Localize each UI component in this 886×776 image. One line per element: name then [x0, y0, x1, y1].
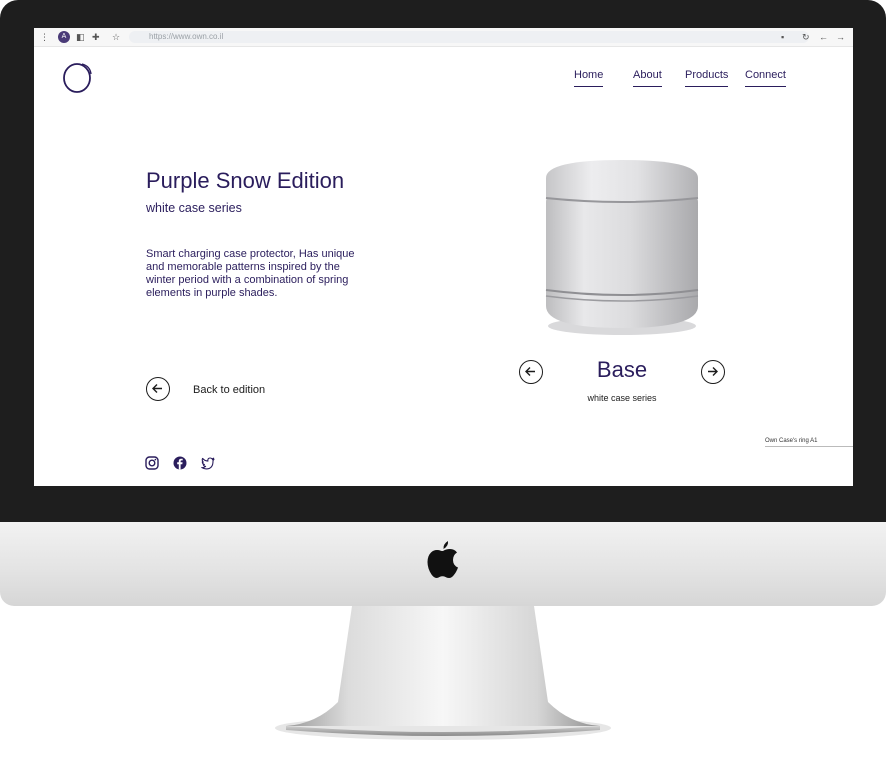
menu-dots-icon[interactable]: ⋮ [40, 31, 49, 43]
product-description: Smart charging case protector, Has uniqu… [146, 248, 355, 299]
monitor-stand [275, 606, 611, 740]
instagram-icon[interactable] [145, 456, 159, 470]
nav-connect[interactable]: Connect [745, 69, 786, 87]
page-subtitle: white case series [146, 201, 242, 215]
arrow-right-icon [708, 367, 718, 376]
product-case-image [545, 160, 699, 335]
back-to-edition-button[interactable] [146, 377, 170, 401]
next-product-button[interactable] [701, 360, 725, 384]
own-logo[interactable] [62, 60, 94, 94]
product-series: white case series [587, 393, 657, 403]
browser-toolbar: ⋮ A ◧ ✚ ☆ https://www.own.co.il ▪ ↻ ← → [34, 28, 853, 47]
extensions-icon[interactable]: ✚ [92, 31, 100, 43]
url-text: https://www.own.co.il [149, 32, 224, 41]
sidebar-icon[interactable]: ◧ [76, 31, 85, 43]
reload-icon[interactable]: ↻ [802, 31, 810, 43]
bookmark-star-icon[interactable]: ☆ [112, 31, 120, 43]
nav-about[interactable]: About [633, 69, 662, 87]
back-arrow-icon[interactable]: ← [819, 31, 828, 43]
previous-product-button[interactable] [519, 360, 543, 384]
page-title: Purple Snow Edition [146, 168, 345, 193]
screen: ⋮ A ◧ ✚ ☆ https://www.own.co.il ▪ ↻ ← → … [34, 28, 853, 486]
nav-products[interactable]: Products [685, 69, 729, 87]
nav-home[interactable]: Home [574, 69, 604, 87]
product-footnote: Own Case's ring A1 [765, 438, 853, 447]
back-to-edition-label[interactable]: Back to edition [193, 384, 265, 396]
apple-logo-icon [427, 541, 458, 578]
product-name: Base [596, 357, 648, 382]
lock-icon: ▪ [781, 32, 785, 42]
arrow-left-icon [525, 367, 535, 376]
monitor-bezel: ⋮ A ◧ ✚ ☆ https://www.own.co.il ▪ ↻ ← → … [0, 0, 886, 522]
facebook-icon[interactable] [173, 456, 187, 470]
arrow-left-icon [152, 384, 162, 393]
forward-arrow-icon[interactable]: → [836, 31, 845, 43]
profile-avatar[interactable]: A [58, 31, 70, 43]
address-bar[interactable]: https://www.own.co.il [129, 31, 809, 43]
twitter-icon[interactable] [201, 456, 215, 470]
